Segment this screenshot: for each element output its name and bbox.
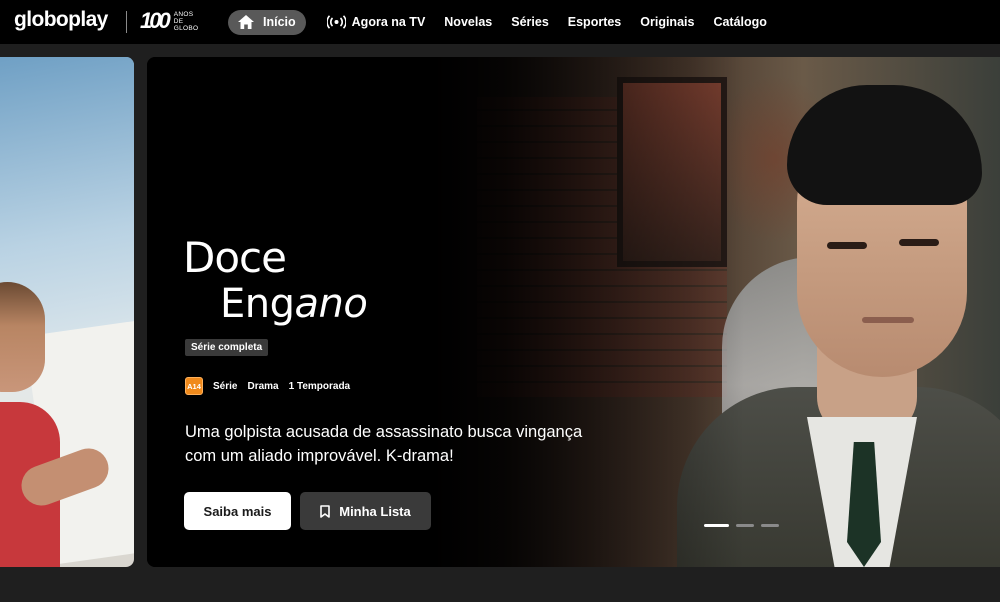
anniversary-logo: 100 ANOS DE GLOBO — [140, 9, 198, 33]
globoplay-logo[interactable]: globoplay — [14, 8, 108, 32]
carousel-dot[interactable] — [704, 524, 729, 527]
meta-seasons: 1 Temporada — [288, 380, 351, 392]
nav-item-novelas[interactable]: Novelas — [444, 9, 492, 35]
show-meta: A14 Série Drama 1 Temporada — [185, 377, 360, 395]
minha-lista-label: Minha Lista — [339, 503, 411, 519]
meta-genre: Drama — [247, 380, 279, 392]
nav-item-series[interactable]: Séries — [511, 9, 549, 35]
anniversary-number: 100 — [140, 8, 171, 33]
carousel-dot[interactable] — [736, 524, 754, 527]
carousel-indicators — [704, 524, 786, 527]
nav-item-label: Início — [263, 15, 296, 29]
nav-item-inicio[interactable]: Início — [228, 9, 306, 35]
carousel-dot[interactable] — [761, 524, 779, 527]
nav-item-label: Agora na TV — [351, 15, 426, 29]
meta-type: Série — [213, 380, 238, 392]
age-rating-badge: A14 — [185, 377, 203, 395]
home-icon — [238, 15, 254, 29]
show-title-logo: Doce Engano — [183, 233, 368, 328]
bookmark-icon — [320, 504, 331, 518]
previous-slide-person-head — [0, 282, 45, 392]
nav-item-agora-na-tv[interactable]: Agora na TV — [326, 9, 426, 35]
nav-item-catalogo[interactable]: Catálogo — [713, 9, 766, 35]
nav-item-originais[interactable]: Originais — [640, 9, 694, 35]
top-bar: globoplay 100 ANOS DE GLOBO Início Agora… — [0, 0, 1000, 44]
show-title-line2: Engano — [220, 281, 368, 327]
status-badge: Série completa — [185, 339, 269, 356]
previous-slide-card[interactable] — [0, 57, 134, 567]
anniversary-text: ANOS DE GLOBO — [173, 10, 199, 32]
logo-divider — [126, 11, 127, 33]
nav-item-esportes[interactable]: Esportes — [568, 9, 622, 35]
hero-banner[interactable]: Doce Engano Série completa A14 Série Dra… — [147, 57, 1000, 567]
show-title-line1: Doce — [183, 233, 287, 282]
live-broadcast-icon — [326, 15, 346, 29]
main-nav: Início Agora na TV Novelas Séries Esport… — [228, 9, 786, 35]
minha-lista-button[interactable]: Minha Lista — [300, 492, 431, 530]
saiba-mais-button[interactable]: Saiba mais — [184, 492, 291, 530]
show-description: Uma golpista acusada de assassinato busc… — [185, 423, 583, 465]
